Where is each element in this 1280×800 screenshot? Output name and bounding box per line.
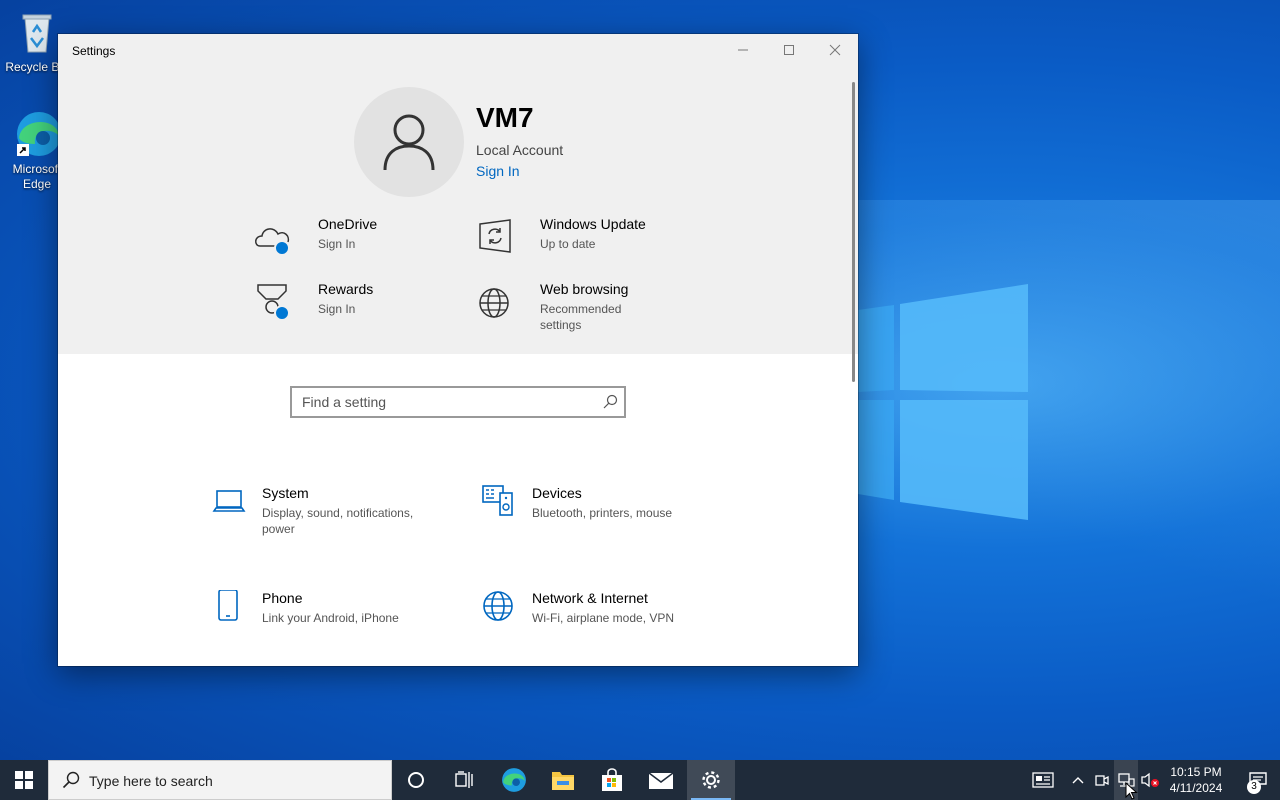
task-view-button[interactable] [440,760,488,800]
maximize-icon [784,45,794,55]
quick-tile-subtitle: Recommended settings [540,302,622,332]
volume-muted-icon [1141,772,1159,788]
minimize-button[interactable] [720,34,766,66]
start-button[interactable] [0,760,48,800]
quick-tile-title: Web browsing [540,281,629,297]
store-icon [602,768,622,791]
mouse-cursor-icon [1125,782,1138,800]
news-and-interests-button[interactable] [1030,760,1056,800]
taskbar-clock[interactable]: 10:15 PM 4/11/2024 [1160,764,1232,796]
sign-in-link[interactable]: Sign In [476,163,520,179]
globe-icon [482,590,516,624]
windows-start-icon [15,771,33,789]
quick-tile-windows-update[interactable]: Windows Update Up to date [476,216,676,272]
quick-tile-subtitle: Up to date [540,237,596,251]
tray-meet-now[interactable] [1090,760,1114,800]
maximize-button[interactable] [766,34,812,66]
quick-tile-onedrive[interactable]: OneDrive Sign In [254,216,454,272]
cloud-icon [254,216,294,256]
settings-icon [702,771,720,789]
category-system[interactable]: System Display, sound, notifications, po… [212,485,452,545]
taskbar: Type here to search 10:15 PM 4/11/2024 [0,760,1280,800]
quick-tile-web-browsing[interactable]: Web browsing Recommended settings [476,281,676,337]
windows-update-icon [476,216,516,256]
notification-count-badge: 3 [1247,780,1261,794]
chevron-up-icon [1072,777,1084,784]
category-phone[interactable]: Phone Link your Android, iPhone [212,589,452,650]
category-subtitle: Wi-Fi, airplane mode, VPN [532,611,675,625]
search-placeholder: Find a setting [302,394,387,410]
avatar[interactable] [354,87,464,197]
quick-tile-title: Windows Update [540,216,646,232]
taskbar-file-explorer[interactable] [539,760,587,800]
quick-tile-rewards[interactable]: Rewards Sign In [254,281,454,337]
user-icon [383,114,435,171]
clock-time: 10:15 PM [1170,765,1222,779]
account-type: Local Account [476,142,564,158]
cortana-button[interactable] [392,760,440,800]
title-bar[interactable]: Settings [58,34,858,66]
quick-tile-title: OneDrive [318,216,378,232]
window-title: Settings [72,44,116,58]
tray-volume[interactable] [1138,760,1162,800]
close-icon [829,44,841,56]
globe-icon [476,281,516,321]
laptop-icon [212,485,246,519]
settings-window: Settings VM7 Local Account Sign In OneDr… [58,34,858,666]
taskbar-mail[interactable] [637,760,685,800]
category-subtitle: Bluetooth, printers, mouse [532,506,673,520]
clock-date: 4/11/2024 [1169,781,1223,795]
desktop-icon-label: Microsoft Edge [12,162,62,191]
category-devices[interactable]: Devices Bluetooth, printers, mouse [482,485,722,545]
taskbar-search-box[interactable]: Type here to search [48,760,392,800]
edge-icon [13,110,61,158]
cortana-icon [408,772,424,788]
task-view-icon [455,771,473,788]
edge-icon [502,768,526,792]
search-icon [62,771,80,789]
action-center-button[interactable] [1236,760,1280,800]
search-icon[interactable] [602,394,618,410]
quick-tile-subtitle: Sign In [318,237,356,251]
taskbar-search-text: Type here to search [89,773,213,789]
category-title: System [262,485,309,501]
windows-logo-wallpaper [858,284,1028,520]
category-title: Network & Internet [532,590,648,606]
phone-icon [212,589,246,624]
scrollbar[interactable] [852,82,855,382]
mail-icon [648,772,674,789]
account-name: VM7 [476,102,534,133]
rewards-icon [254,281,294,321]
settings-header [58,34,858,354]
status-badge [274,240,290,256]
quick-tile-subtitle: Sign In [318,302,356,316]
category-subtitle: Display, sound, notifications, power [262,506,414,536]
close-button[interactable] [812,34,858,66]
settings-search-input[interactable]: Find a setting [290,386,626,418]
quick-tile-title: Rewards [318,281,374,297]
taskbar-store[interactable] [588,760,636,800]
show-hidden-icons-button[interactable] [1066,760,1090,800]
taskbar-edge[interactable] [490,760,538,800]
taskbar-settings[interactable] [687,760,735,800]
category-title: Devices [532,485,582,501]
recycle-bin-icon [13,8,61,56]
file-explorer-icon [552,772,574,790]
category-subtitle: Link your Android, iPhone [262,611,399,625]
minimize-icon [738,49,748,51]
news-icon [1032,772,1054,788]
status-badge [274,305,290,321]
devices-icon [482,485,516,519]
camera-icon [1095,775,1109,786]
category-title: Phone [262,590,303,606]
category-network-internet[interactable]: Network & Internet Wi-Fi, airplane mode,… [482,590,722,650]
